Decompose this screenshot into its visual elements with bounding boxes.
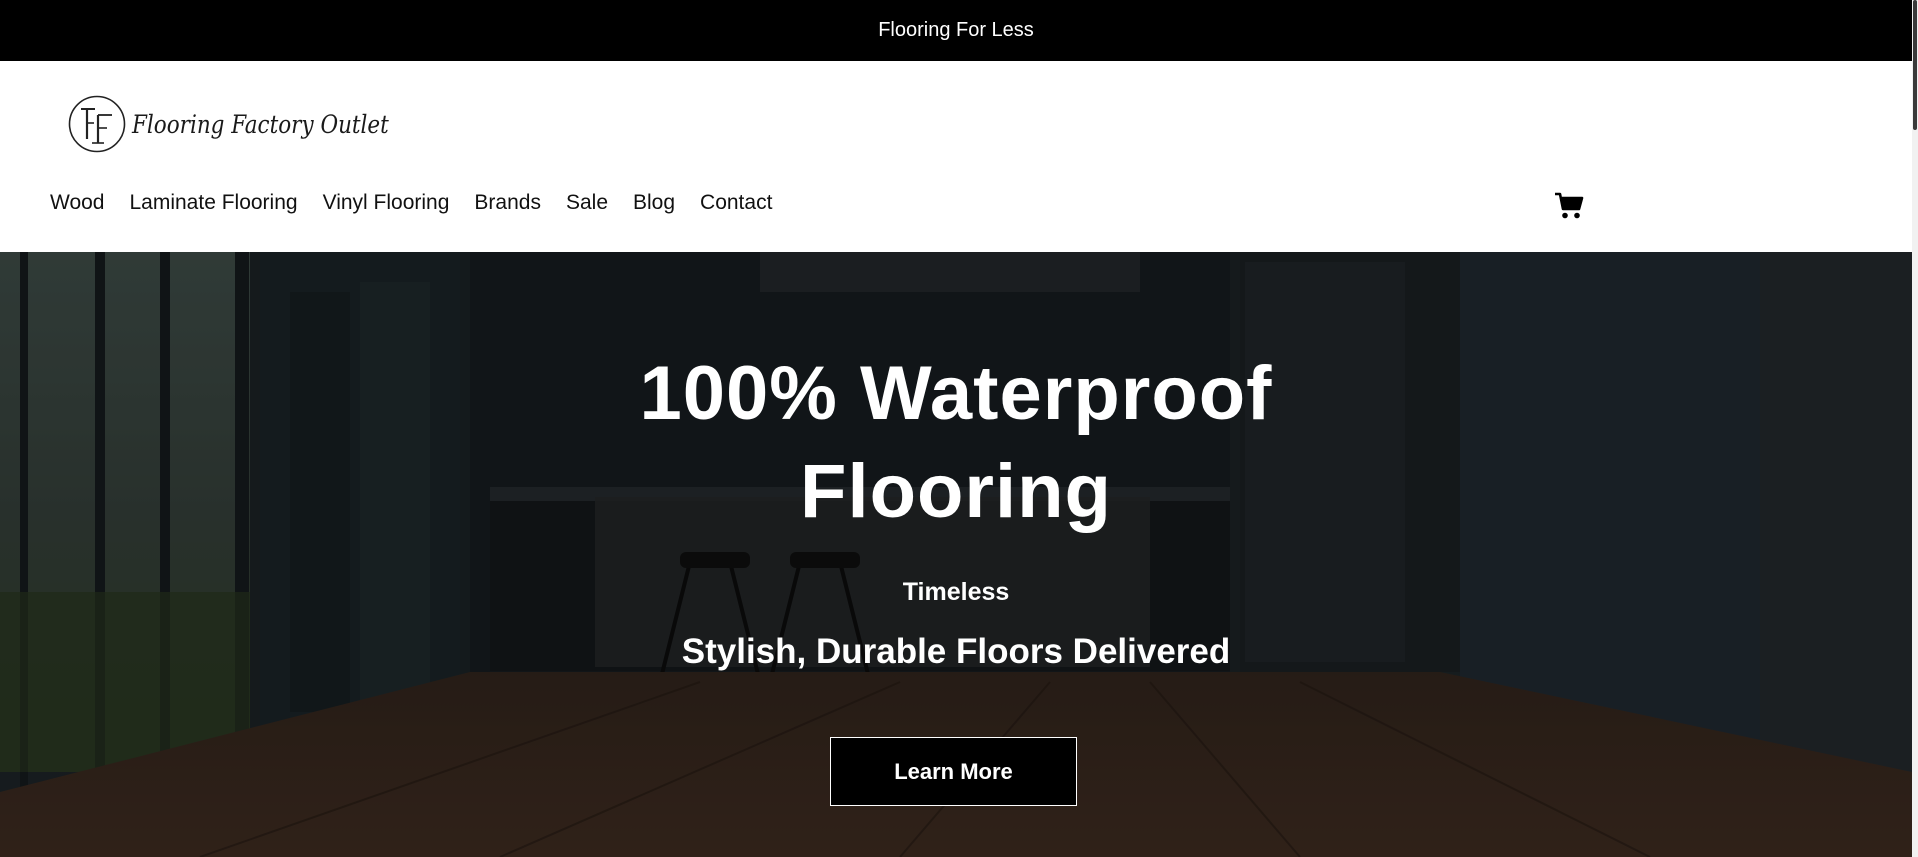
nav-item-contact[interactable]: Contact [700, 191, 772, 215]
logo-monogram-icon [68, 95, 126, 153]
hero-title-line-1: 100% Waterproof [639, 351, 1273, 436]
hero-banner: 100% Waterproof Flooring Timeless Stylis… [0, 252, 1912, 857]
announcement-text: Flooring For Less [878, 19, 1034, 41]
announcement-bar: Flooring For Less [0, 0, 1912, 61]
nav-item-brands[interactable]: Brands [474, 191, 541, 215]
nav-item-wood[interactable]: Wood [50, 191, 104, 215]
hero-title: 100% Waterproof Flooring [456, 345, 1456, 541]
cart-icon[interactable] [1554, 192, 1584, 220]
hero-eyebrow: Timeless [902, 578, 1010, 606]
page-scrollbar[interactable] [1912, 0, 1918, 857]
hero-subtitle: Stylish, Durable Floors Delivered [681, 632, 1231, 671]
hero-title-line-2: Flooring [800, 449, 1112, 534]
main-nav: Wood Laminate Flooring Vinyl Flooring Br… [50, 191, 797, 215]
site-header: Flooring Factory Outlet Wood Laminate Fl… [0, 61, 1912, 252]
nav-item-sale[interactable]: Sale [566, 191, 608, 215]
nav-item-blog[interactable]: Blog [633, 191, 675, 215]
hero-content: 100% Waterproof Flooring Timeless Stylis… [0, 252, 1912, 857]
nav-item-vinyl-flooring[interactable]: Vinyl Flooring [323, 191, 450, 215]
nav-item-laminate-flooring[interactable]: Laminate Flooring [129, 191, 297, 215]
logo-wordmark: Flooring Factory Outlet [132, 109, 389, 139]
scrollbar-thumb[interactable] [1913, 0, 1917, 130]
site-logo[interactable]: Flooring Factory Outlet [68, 95, 431, 153]
page: Flooring For Less Flooring Factory Outle… [0, 0, 1918, 857]
learn-more-button[interactable]: Learn More [830, 737, 1077, 806]
